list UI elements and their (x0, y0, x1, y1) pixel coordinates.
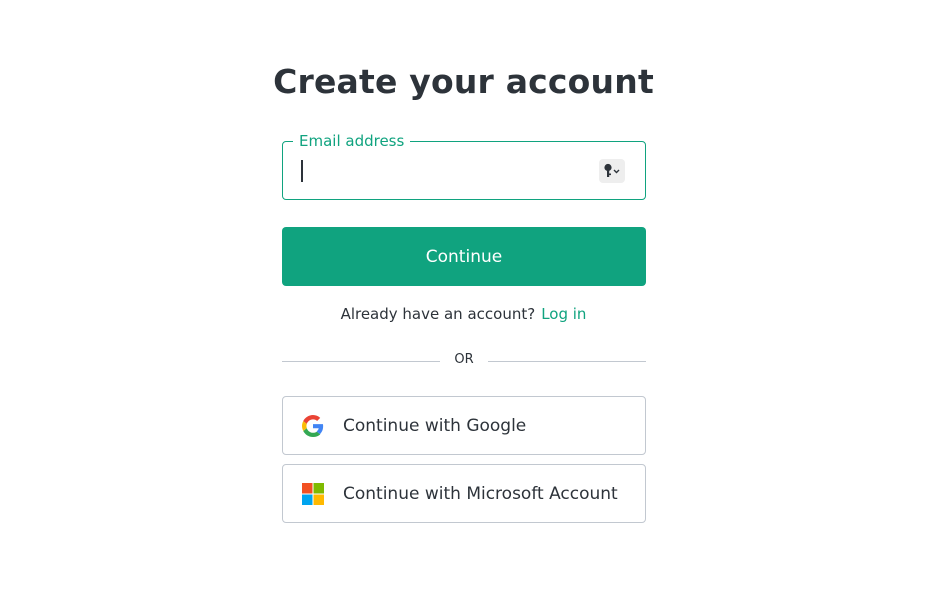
email-field[interactable]: Email address (282, 131, 646, 200)
continue-with-microsoft-button[interactable]: Continue with Microsoft Account (282, 464, 646, 523)
login-prompt-text: Already have an account? (340, 305, 536, 323)
microsoft-logo-icon (302, 483, 324, 505)
login-prompt: Already have an account? Log in (0, 305, 927, 323)
password-manager-key-icon[interactable] (599, 159, 625, 183)
divider-text: OR (454, 352, 474, 367)
divider-line-right (488, 361, 646, 362)
continue-button[interactable]: Continue (282, 227, 646, 286)
microsoft-button-label: Continue with Microsoft Account (343, 484, 618, 504)
email-input[interactable] (297, 152, 597, 188)
page-title: Create your account (273, 62, 654, 101)
continue-with-google-button[interactable]: Continue with Google (282, 396, 646, 455)
google-logo-icon (302, 415, 324, 437)
email-field-label: Email address (293, 131, 411, 151)
signup-page: Create your account Email address Contin… (0, 0, 927, 601)
or-divider: OR (282, 350, 646, 372)
login-link[interactable]: Log in (541, 305, 586, 323)
text-cursor (301, 160, 303, 182)
google-button-label: Continue with Google (343, 416, 527, 436)
